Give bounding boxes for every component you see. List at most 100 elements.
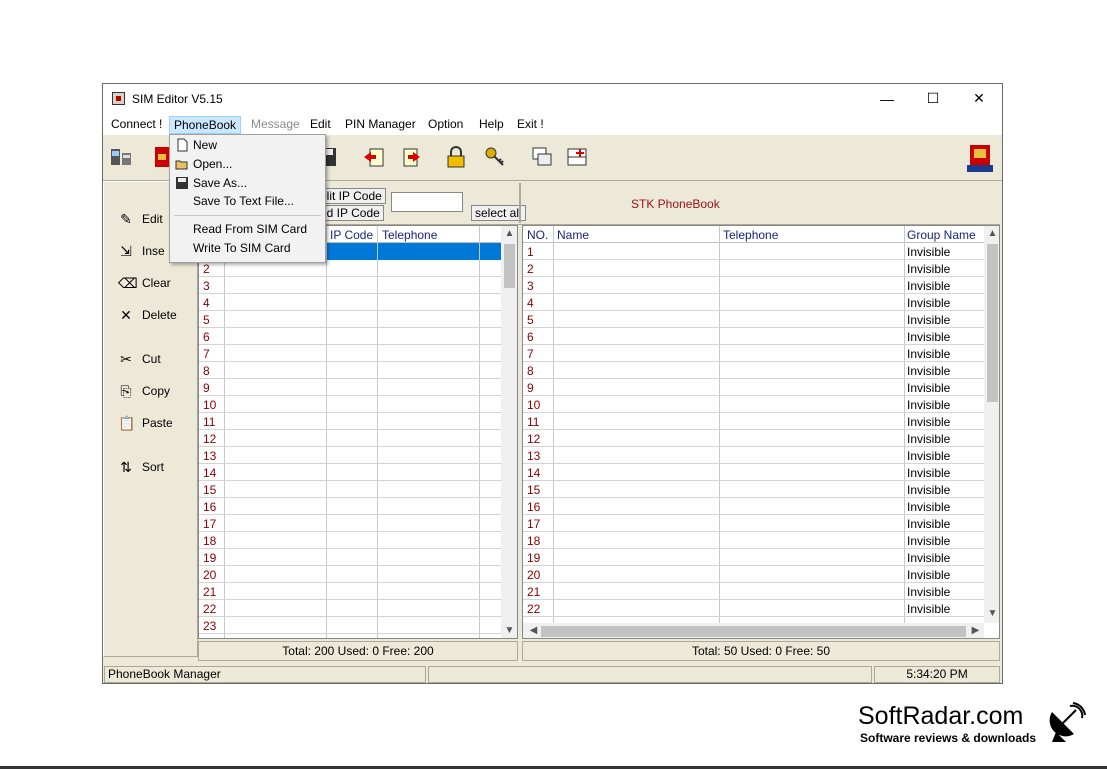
close-button[interactable]: ✕ — [956, 84, 1002, 113]
maximize-button[interactable]: ☐ — [910, 84, 956, 113]
scroll-up-icon-right[interactable]: ▲ — [984, 228, 999, 239]
menu-item-save-text[interactable]: Save To Text File... — [172, 192, 323, 211]
add-ip-code-button[interactable]: dd IP Code — [316, 205, 384, 221]
table-row[interactable]: 16 — [199, 498, 501, 515]
table-row[interactable]: 22 — [199, 600, 501, 617]
menu-exit[interactable]: Exit ! — [513, 116, 548, 134]
key-icon[interactable] — [483, 145, 507, 169]
menu-item-write-sim[interactable]: Write To SIM Card — [172, 239, 323, 258]
edit-icon: ✎ — [120, 210, 132, 227]
menu-item-open[interactable]: Open... — [172, 155, 323, 174]
sort-action-button[interactable]: ⇅ Sort — [118, 456, 164, 478]
hscroll-thumb[interactable] — [541, 626, 966, 637]
table-row[interactable]: 16 Invisible — [523, 498, 984, 515]
clear-action-button[interactable]: ⌫ Clear — [118, 272, 171, 294]
table-row[interactable]: 9 — [199, 379, 501, 396]
right-vertical-scrollbar[interactable]: ▲ ▼ — [984, 226, 999, 623]
header-telephone-right: Telephone — [723, 228, 779, 242]
table-row[interactable]: 7 Invisible — [523, 345, 984, 362]
table-row[interactable]: 6 — [199, 328, 501, 345]
table-row[interactable]: 2 Invisible — [523, 260, 984, 277]
import-icon[interactable] — [362, 145, 386, 169]
split-ip-code-button[interactable]: plit IP Code — [316, 188, 386, 204]
table-row[interactable]: 10 — [199, 396, 501, 413]
table-row[interactable]: 12 Invisible — [523, 430, 984, 447]
table-row[interactable]: 21 — [199, 583, 501, 600]
table-row[interactable]: 22 Invisible — [523, 600, 984, 617]
insert-action-button[interactable]: ⇲ Inse — [118, 240, 165, 262]
table-row[interactable]: 10 Invisible — [523, 396, 984, 413]
table-row[interactable]: 18 — [199, 532, 501, 549]
right-horizontal-scrollbar[interactable]: ◀ ▶ — [523, 623, 984, 638]
table-row[interactable]: 8 — [199, 362, 501, 379]
scroll-right-icon[interactable]: ▶ — [967, 625, 984, 636]
table-row[interactable]: 4 Invisible — [523, 294, 984, 311]
editor-icon[interactable] — [965, 143, 995, 173]
sim-phonebook-grid[interactable]: IP Code Telephone 2 3 4 5 6 7 8 9 10 11 12 13 14 15 16… — [198, 225, 518, 639]
table-row[interactable]: 23 — [199, 617, 501, 634]
copy-action-button[interactable]: ⎘ Copy — [118, 380, 170, 402]
lock-icon[interactable] — [444, 145, 468, 169]
table-row[interactable]: 4 — [199, 294, 501, 311]
menu-item-save-as[interactable]: Save As... — [172, 174, 323, 193]
table-row[interactable]: 14 Invisible — [523, 464, 984, 481]
left-vertical-scrollbar[interactable]: ▲ ▼ — [501, 226, 517, 638]
minimize-button[interactable]: — — [864, 84, 910, 113]
table-row[interactable]: 7 — [199, 345, 501, 362]
table-row[interactable]: 15 Invisible — [523, 481, 984, 498]
table-row[interactable]: 5 Invisible — [523, 311, 984, 328]
table-row[interactable]: 15 — [199, 481, 501, 498]
table-row[interactable]: 9 Invisible — [523, 379, 984, 396]
export-icon[interactable] — [398, 145, 422, 169]
select-all-button[interactable]: select all — [471, 205, 526, 221]
menu-phonebook[interactable]: PhoneBook — [169, 116, 242, 134]
table-row[interactable]: 17 Invisible — [523, 515, 984, 532]
table-row[interactable]: 13 Invisible — [523, 447, 984, 464]
phonebook-dropdown-menu: New Open... Save As... Save To Text File… — [169, 134, 326, 263]
table-row[interactable]: 8 Invisible — [523, 362, 984, 379]
cut-action-button[interactable]: ✂ Cut — [118, 348, 161, 370]
menu-pin-manager[interactable]: PIN Manager — [341, 116, 420, 134]
table-row[interactable]: 20 — [199, 566, 501, 583]
menu-item-new[interactable]: New — [172, 136, 323, 155]
table-row[interactable]: 21 Invisible — [523, 583, 984, 600]
table-row[interactable]: 11 — [199, 413, 501, 430]
table-row[interactable]: 19 — [199, 549, 501, 566]
row-number: 18 — [203, 534, 217, 548]
table-row[interactable]: 6 Invisible — [523, 328, 984, 345]
table-row[interactable]: 12 — [199, 430, 501, 447]
menu-message[interactable]: Message — [247, 116, 304, 134]
table-row[interactable]: 3 — [199, 277, 501, 294]
stk-phonebook-grid[interactable]: NO. Name Telephone Group Name 1 Invisible… — [522, 225, 1000, 639]
ip-code-input[interactable] — [391, 192, 463, 212]
table-row[interactable]: 19 Invisible — [523, 549, 984, 566]
delete-action-button[interactable]: ✕ Delete — [118, 304, 177, 326]
table-row[interactable]: 18 Invisible — [523, 532, 984, 549]
menu-connect[interactable]: Connect ! — [107, 116, 166, 134]
table-row[interactable]: 17 — [199, 515, 501, 532]
copy-grid-icon[interactable] — [530, 145, 554, 169]
menu-edit[interactable]: Edit — [306, 116, 335, 134]
clear-label: Clear — [142, 276, 171, 290]
table-row[interactable]: 13 — [199, 447, 501, 464]
edit-action-button[interactable]: ✎ Edit — [118, 208, 163, 230]
add-grid-icon[interactable] — [565, 145, 589, 169]
scroll-up-icon[interactable]: ▲ — [501, 228, 517, 239]
scroll-left-icon[interactable]: ◀ — [525, 625, 542, 636]
table-row[interactable]: 20 Invisible — [523, 566, 984, 583]
menu-help[interactable]: Help — [475, 116, 508, 134]
menu-option[interactable]: Option — [424, 116, 467, 134]
table-row[interactable]: 5 — [199, 311, 501, 328]
scroll-thumb[interactable] — [504, 244, 515, 288]
table-row[interactable]: 1 Invisible — [523, 243, 984, 260]
edit-label: Edit — [142, 212, 163, 226]
connect-phone-icon[interactable] — [109, 145, 133, 169]
scroll-down-icon[interactable]: ▼ — [501, 625, 517, 636]
table-row[interactable]: 3 Invisible — [523, 277, 984, 294]
paste-action-button[interactable]: 📋 Paste — [118, 412, 173, 434]
scroll-down-icon-right[interactable]: ▼ — [984, 608, 999, 619]
menu-item-read-sim[interactable]: Read From SIM Card — [172, 220, 323, 239]
table-row[interactable]: 14 — [199, 464, 501, 481]
scroll-thumb-right[interactable] — [987, 244, 998, 402]
table-row[interactable]: 11 Invisible — [523, 413, 984, 430]
